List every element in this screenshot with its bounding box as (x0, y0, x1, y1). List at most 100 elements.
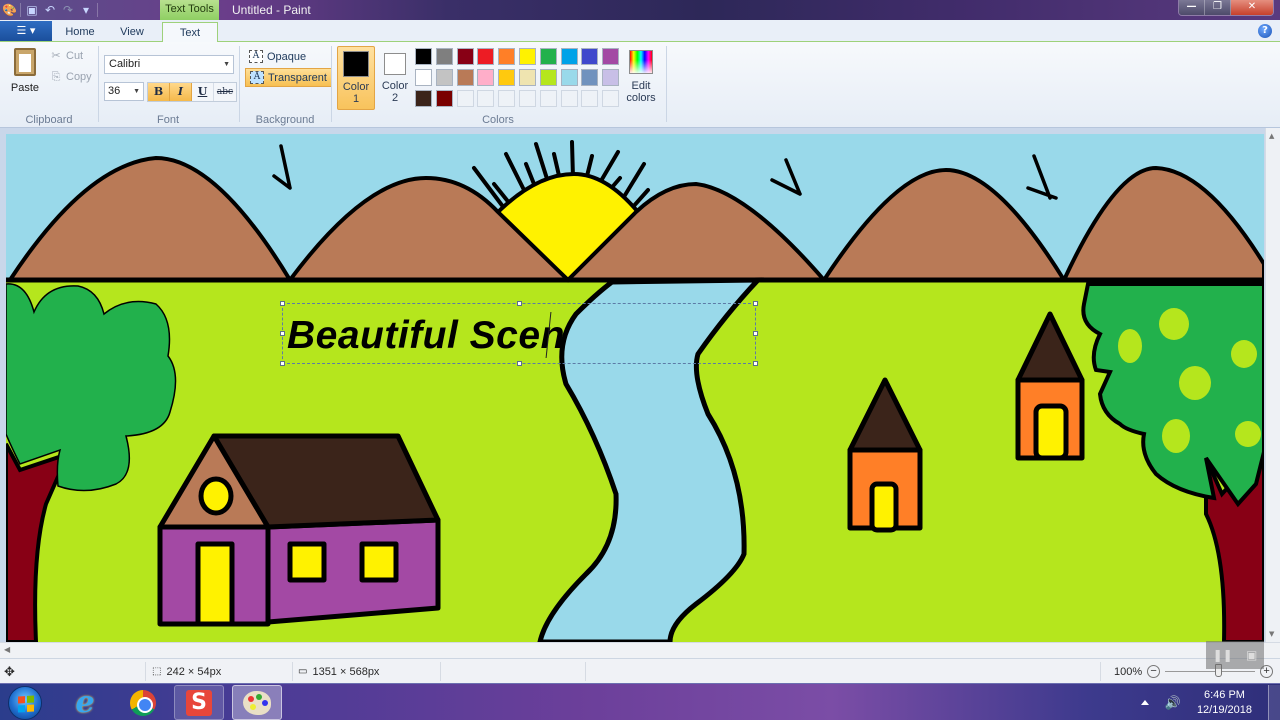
cut-label: Cut (66, 50, 84, 62)
resize-handle[interactable] (280, 361, 285, 366)
palette-swatch[interactable] (415, 68, 432, 86)
resize-handle[interactable] (753, 301, 758, 306)
color-spectrum-icon (629, 50, 653, 74)
tab-home[interactable]: Home (58, 22, 102, 42)
paint-menu-button[interactable]: ☰ ▾ (0, 21, 52, 41)
customize-qat-icon[interactable]: ▾ (79, 3, 93, 17)
palette-swatch-empty[interactable] (560, 89, 578, 107)
palette-swatch-empty[interactable] (539, 89, 557, 107)
volume-icon[interactable]: 🔊 (1165, 695, 1181, 711)
save-icon[interactable]: ▣ (25, 3, 39, 17)
color1-button[interactable]: Color 1 (337, 46, 375, 110)
quick-access-toolbar: 🎨 ▣ ↶ ↷ ▾ (2, 2, 98, 18)
zoom-slider[interactable] (1165, 664, 1256, 677)
palette-swatch[interactable] (581, 68, 599, 86)
resize-handle[interactable] (753, 361, 758, 366)
clock[interactable]: 6:46 PM 12/19/2018 (1197, 688, 1252, 718)
pause-icon[interactable]: ❚❚ (1213, 648, 1233, 662)
taskbar-snagit[interactable]: S (174, 685, 224, 720)
palette-swatch[interactable] (498, 48, 516, 65)
font-size-select[interactable]: 36 ▼ (104, 82, 144, 101)
palette-swatch[interactable] (539, 48, 557, 65)
divider (585, 662, 586, 681)
resize-handle[interactable] (753, 331, 758, 336)
palette-swatch-empty[interactable] (602, 89, 620, 107)
opaque-button[interactable]: A Opaque (245, 47, 310, 66)
palette-swatch[interactable] (477, 68, 495, 86)
transparent-label: Transparent (268, 71, 327, 84)
palette-swatch[interactable] (560, 68, 578, 86)
start-button[interactable] (8, 686, 42, 720)
text-box-content[interactable]: Beautiful Scen (287, 314, 565, 358)
palette-swatch[interactable] (602, 48, 620, 65)
vertical-scrollbar[interactable]: ▲ ▼ (1265, 128, 1280, 642)
paste-button[interactable]: Paste (8, 48, 42, 94)
redo-icon[interactable]: ↷ (61, 3, 75, 17)
screen-icon[interactable]: ▣ (1246, 648, 1257, 662)
undo-icon[interactable]: ↶ (43, 3, 57, 17)
maximize-button[interactable]: ❐ (1205, 0, 1231, 15)
font-family-value: Calibri (109, 58, 141, 70)
resize-handle[interactable] (280, 301, 285, 306)
taskbar-google-chrome[interactable] (118, 685, 168, 720)
palette-swatch-empty[interactable] (581, 89, 599, 107)
show-desktop-button[interactable] (1268, 684, 1280, 720)
palette-swatch[interactable] (560, 48, 578, 65)
scroll-down-icon[interactable]: ▼ (1269, 630, 1274, 638)
palette-swatch[interactable] (456, 68, 474, 86)
tab-text[interactable]: Text (162, 22, 218, 43)
palette-swatch[interactable] (602, 68, 620, 86)
cut-button[interactable]: ✂ Cut (50, 50, 83, 62)
palette-swatch[interactable] (456, 48, 474, 65)
underline-button[interactable]: U (192, 83, 214, 101)
tab-view[interactable]: View (110, 22, 154, 42)
copy-button[interactable]: ⎘ Copy (50, 71, 92, 83)
copy-icon: ⎘ (51, 71, 61, 83)
font-family-select[interactable]: Calibri ▼ (104, 55, 234, 74)
copy-label: Copy (66, 71, 92, 83)
palette-swatch[interactable] (415, 48, 432, 65)
drawing-canvas[interactable] (6, 134, 1264, 642)
zoom-out-button[interactable]: − (1147, 665, 1161, 678)
palette-swatch[interactable] (539, 68, 557, 86)
palette-swatch[interactable] (415, 89, 432, 107)
house-window (287, 541, 327, 583)
recorder-overlay: ❚❚ ▣ (1206, 641, 1264, 669)
palette-swatch[interactable] (498, 68, 516, 86)
palette-swatch-empty[interactable] (498, 89, 516, 107)
palette-swatch[interactable] (518, 48, 536, 65)
resize-handle[interactable] (517, 361, 522, 366)
help-icon[interactable]: ? (1258, 24, 1272, 38)
show-hidden-icons-button[interactable] (1140, 700, 1149, 705)
palette-swatch-empty[interactable] (518, 89, 536, 107)
bold-button[interactable]: B (148, 83, 170, 101)
palette-swatch[interactable] (435, 68, 453, 86)
horizontal-scrollbar[interactable]: ◀ (0, 642, 1280, 658)
resize-handle[interactable] (280, 331, 285, 336)
palette-swatch[interactable] (581, 48, 599, 65)
close-button[interactable]: ✕ (1231, 0, 1273, 15)
house-window (359, 541, 399, 583)
palette-swatch-empty[interactable] (477, 89, 495, 107)
move-cursor-icon: ✥ (4, 663, 15, 679)
house-door (195, 541, 235, 627)
palette-swatch[interactable] (518, 68, 536, 86)
palette-swatch[interactable] (477, 48, 495, 65)
transparent-button[interactable]: A Transparent (245, 68, 332, 87)
scroll-up-icon[interactable]: ▲ (1269, 132, 1274, 140)
text-input-box[interactable]: Beautiful Scen (280, 301, 758, 366)
paint-app-icon[interactable]: 🎨 (2, 3, 17, 17)
selection-size-icon: ⬚ (152, 665, 162, 677)
taskbar-internet-explorer[interactable]: e (60, 685, 110, 720)
scroll-left-icon[interactable]: ◀ (4, 645, 10, 654)
italic-button[interactable]: I (170, 83, 192, 101)
palette-swatch-empty[interactable] (456, 89, 474, 107)
color2-button[interactable]: Color 2 (376, 46, 414, 110)
resize-handle[interactable] (517, 301, 522, 306)
taskbar-paint[interactable] (232, 685, 282, 720)
minimize-button[interactable]: — (1179, 0, 1205, 15)
palette-swatch[interactable] (435, 48, 453, 65)
strikethrough-button[interactable]: abc (214, 83, 236, 101)
palette-swatch[interactable] (435, 89, 453, 107)
edit-colors-button[interactable]: Edit colors (624, 50, 658, 104)
